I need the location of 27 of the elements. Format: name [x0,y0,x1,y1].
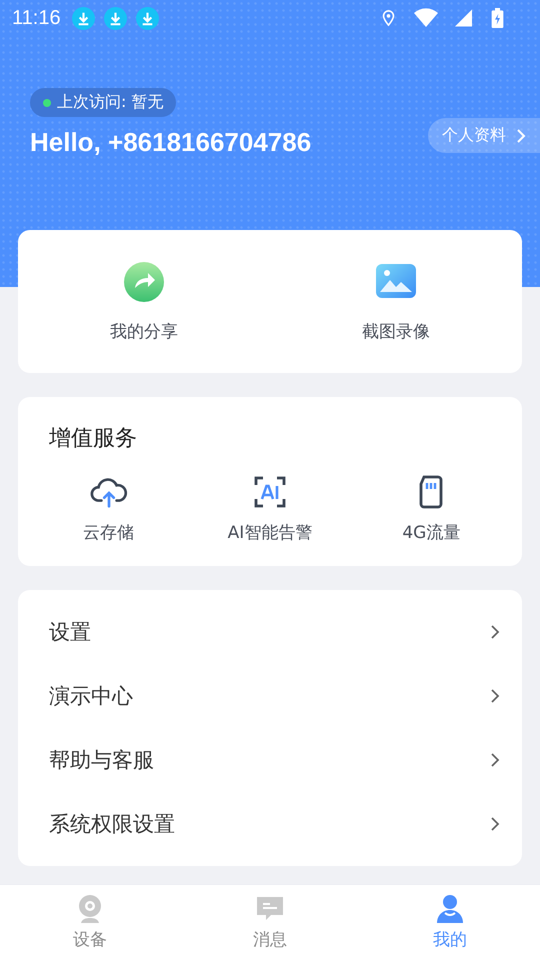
menu-item[interactable]: 系统权限设置 [18,792,522,856]
share-icon [122,260,166,304]
signal-icon [455,8,472,28]
menu-item[interactable]: 演示中心 [18,664,522,728]
chevron-right-icon [490,624,500,640]
greeting-text: Hello, +8618166704786 [30,127,312,158]
quick-action[interactable]: 截图录像 [270,230,522,373]
last-visit-badge: 上次访问: 暂无 [30,88,176,117]
chevron-right-icon [490,752,500,768]
download-icon [72,6,95,30]
download-icon [104,6,127,30]
chevron-right-icon [490,816,500,832]
chevron-right-icon [490,688,500,704]
service-item[interactable]: 4G流量 [350,475,512,544]
service-item[interactable]: 云存储 [28,475,190,544]
download-icon [136,6,159,30]
menu-item[interactable]: 帮助与客服 [18,728,522,792]
person-icon [435,894,465,924]
location-icon [380,8,397,28]
status-time: 11:16 [12,6,61,30]
menu-item[interactable]: 设置 [18,600,522,664]
quick-action[interactable]: 我的分享 [18,230,270,373]
chevron-right-icon [516,128,526,144]
wifi-icon [414,8,438,28]
battery-icon [489,8,506,28]
service-item[interactable]: AI智能告警 [189,475,351,544]
services-title: 增值服务 [49,425,138,453]
